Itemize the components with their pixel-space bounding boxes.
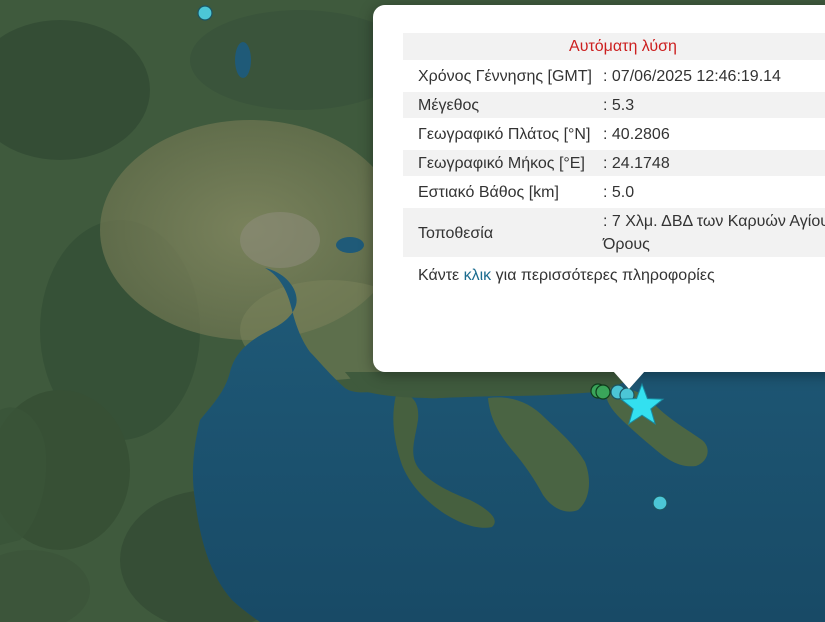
origin-time-label: Χρόνος Γέννησης [GMT] — [418, 68, 592, 85]
event-marker-south[interactable] — [652, 495, 668, 511]
more-info-link[interactable]: κλικ — [464, 267, 492, 284]
more-info-suffix: για περισσότερες πληροφορίες — [491, 267, 715, 284]
popup-title: Αυτόματη λύση — [403, 33, 825, 60]
row-longitude: Γεωγραφικό Μήκος [°E] : 24.1748 — [403, 150, 825, 176]
more-info-line: Κάντε κλικ για περισσότερες πληροφορίες — [418, 264, 825, 287]
event-marker-north[interactable] — [197, 5, 213, 21]
longitude-value: : 24.1748 — [603, 150, 825, 176]
lake-north — [235, 42, 251, 78]
magnitude-label: Μέγεθος — [403, 92, 603, 118]
popup-pointer — [613, 371, 645, 389]
event-info-table: Αυτόματη λύση Χρόνος Γέννησης [GMT] : 07… — [403, 30, 825, 260]
event-marker-green-2[interactable] — [595, 384, 611, 400]
city-area — [240, 212, 320, 268]
longitude-label: Γεωγραφικό Μήκος [°E] — [403, 150, 603, 176]
lake-east — [336, 237, 364, 253]
origin-time-value: : 07/06/2025 12:46:19.14 — [603, 68, 781, 85]
latitude-value: : 40.2806 — [603, 126, 670, 143]
latitude-label: Γεωγραφικό Πλάτος [°N] — [418, 126, 591, 143]
magnitude-value: : 5.3 — [603, 92, 825, 118]
location-label: Τοποθεσία — [403, 208, 603, 257]
row-depth: Εστιακό Βάθος [km] : 5.0 — [403, 179, 825, 205]
location-value: : 7 Χλμ. ΔΒΔ των Καρυών Αγίου Όρους — [603, 208, 825, 257]
more-info-prefix: Κάντε — [418, 267, 464, 284]
depth-value: : 5.0 — [603, 184, 635, 201]
depth-label: Εστιακό Βάθος [km] — [418, 184, 559, 201]
row-latitude: Γεωγραφικό Πλάτος [°N] : 40.2806 — [403, 121, 825, 147]
row-origin-time: Χρόνος Γέννησης [GMT] : 07/06/2025 12:46… — [403, 63, 825, 89]
row-location: Τοποθεσία : 7 Χλμ. ΔΒΔ των Καρυών Αγίου … — [403, 208, 825, 257]
event-info-popup: Αυτόματη λύση Χρόνος Γέννησης [GMT] : 07… — [373, 5, 825, 372]
row-magnitude: Μέγεθος : 5.3 — [403, 92, 825, 118]
